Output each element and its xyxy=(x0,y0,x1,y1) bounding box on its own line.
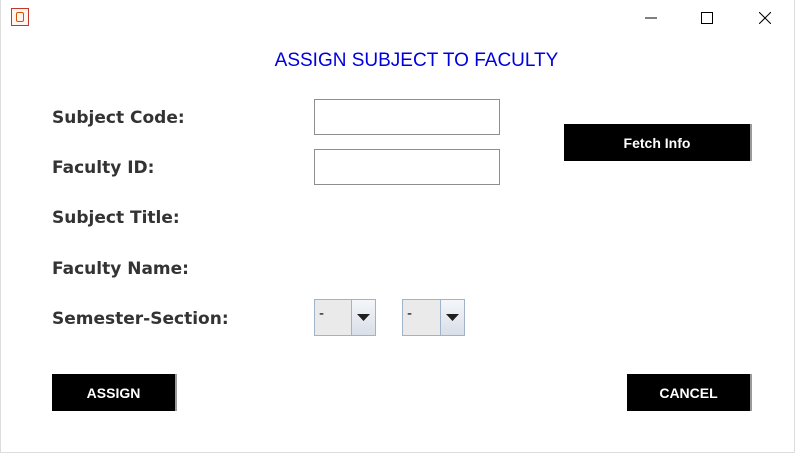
faculty-id-label: Faculty ID: xyxy=(52,158,155,178)
semester-section-label: Semester-Section: xyxy=(52,309,229,329)
faculty-name-label: Faculty Name: xyxy=(52,259,189,279)
cancel-button[interactable]: CANCEL xyxy=(627,374,752,411)
close-button[interactable] xyxy=(742,0,788,34)
close-icon xyxy=(759,12,771,24)
faculty-id-input[interactable] xyxy=(314,149,500,185)
chevron-down-icon xyxy=(446,314,459,321)
section-select[interactable]: - xyxy=(402,299,465,336)
subject-title-label: Subject Title: xyxy=(52,208,180,228)
semester-select[interactable]: - xyxy=(314,299,376,336)
subject-code-input[interactable] xyxy=(314,99,500,135)
maximize-button[interactable] xyxy=(684,0,730,34)
semester-dropdown-button[interactable] xyxy=(351,300,375,335)
maximize-icon xyxy=(701,12,713,24)
section-select-value: - xyxy=(407,306,413,322)
minimize-button[interactable] xyxy=(628,0,674,34)
subject-code-label: Subject Code: xyxy=(52,108,185,128)
chevron-down-icon xyxy=(357,314,370,321)
assign-button[interactable]: ASSIGN xyxy=(52,374,177,411)
fetch-info-button[interactable]: Fetch Info xyxy=(564,124,752,161)
app-icon xyxy=(11,8,29,26)
title-bar[interactable] xyxy=(1,0,795,34)
semester-select-value: - xyxy=(319,306,325,322)
minimize-icon xyxy=(645,17,657,19)
form-heading: ASSIGN SUBJECT TO FACULTY xyxy=(274,50,559,71)
assign-subject-window: ASSIGN SUBJECT TO FACULTY Subject Code: … xyxy=(0,0,795,453)
section-dropdown-button[interactable] xyxy=(440,300,464,335)
